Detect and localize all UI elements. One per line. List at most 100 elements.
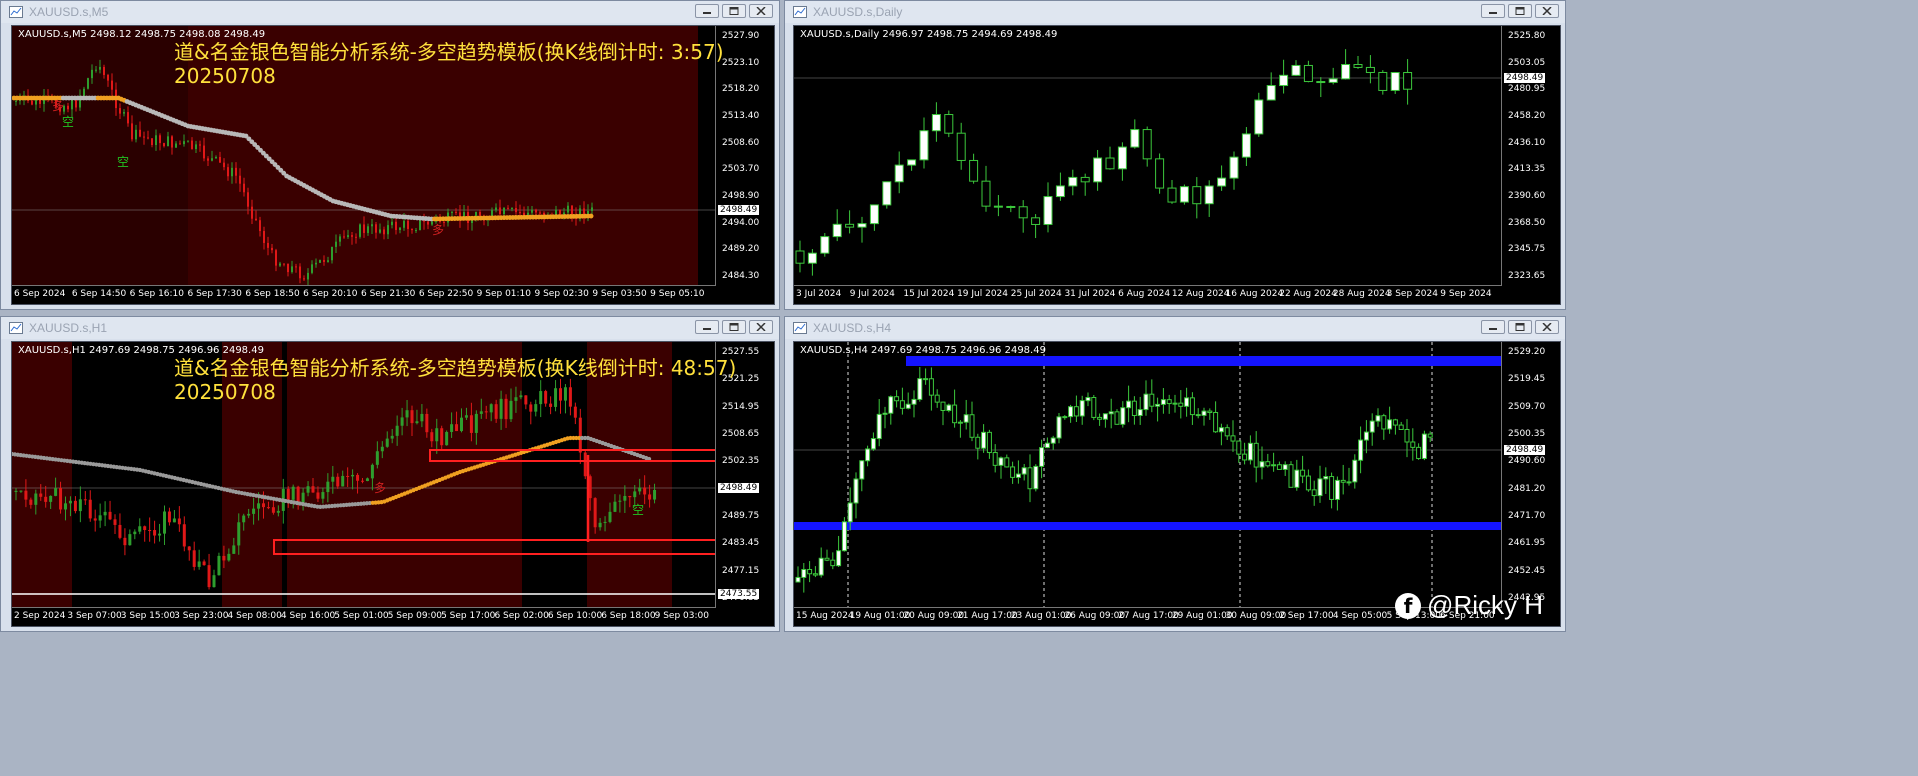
candle	[359, 223, 361, 239]
session-background	[287, 342, 437, 608]
minimize-icon	[703, 12, 711, 14]
time-tick-label: 3 Sep 23:00	[174, 611, 229, 621]
current-price-label: 2498.49	[718, 483, 760, 493]
time-tick-label: 25 Jul 2024	[1010, 289, 1062, 299]
minimize-icon	[1489, 328, 1497, 330]
minimize-icon	[703, 328, 711, 330]
signal-label: 空	[117, 155, 129, 169]
minimize-icon	[1489, 12, 1497, 14]
close-button[interactable]	[749, 4, 773, 18]
candle	[87, 77, 89, 90]
session-background	[587, 342, 672, 608]
time-tick-label: 3 Jul 2024	[796, 289, 842, 299]
price-tick-label: 2490.60	[1508, 456, 1546, 467]
price-tick-label: 2503.70	[722, 164, 760, 175]
maximize-button[interactable]	[1508, 320, 1532, 334]
candle	[583, 450, 587, 480]
minimize-button[interactable]	[1481, 4, 1505, 18]
time-tick-label: 5 Sep 17:00	[441, 611, 496, 621]
price-tick-label: 2519.45	[1508, 374, 1546, 385]
chart-icon	[793, 322, 807, 334]
price-tick-label: 2477.15	[722, 565, 760, 576]
price-axis: 2527.90 2523.10 2518.20 2513.40 2508.60 2503.…	[715, 26, 774, 304]
time-tick-label: 15 Aug 2024	[796, 611, 854, 621]
close-button[interactable]	[1535, 4, 1559, 18]
maximize-button[interactable]	[722, 4, 746, 18]
time-tick-label: 6 Sep 10:00	[547, 611, 603, 621]
time-tick-label: 3 Sep 2024	[1386, 289, 1438, 299]
titlebar[interactable]: XAUUSD.s,M5	[1, 1, 779, 23]
titlebar[interactable]: XAUUSD.s,Daily	[785, 1, 1565, 23]
chart-window-h1[interactable]: XAUUSD.s,H1 空多 XAUUSD.s,H1 2497.69 2498.…	[0, 316, 780, 632]
close-button[interactable]	[1535, 320, 1559, 334]
window-title: XAUUSD.s,M5	[29, 5, 109, 19]
price-tick-label: 2436.10	[1508, 137, 1546, 148]
price-chart[interactable]: 空空多多 XAUUSD.s,M5 2498.12 2498.75 2498.08…	[11, 25, 775, 305]
watermark: f @Ricky H	[1395, 590, 1543, 621]
price-tick-label: 2489.20	[722, 244, 760, 255]
current-price-label: 2498.49	[1504, 445, 1546, 455]
candle	[1390, 71, 1400, 94]
time-axis: 2 Sep 2024 3 Sep 07:00 3 Sep 15:00 3 Sep 23…	[12, 607, 716, 626]
candle	[445, 430, 449, 446]
time-tick-label: 3 Sep 07:00	[67, 611, 122, 621]
maximize-button[interactable]	[722, 320, 746, 334]
chart-icon	[9, 6, 23, 18]
time-tick-label: 28 Aug 2024	[1332, 289, 1391, 299]
titlebar[interactable]: XAUUSD.s,H4	[785, 317, 1565, 339]
watermark-text: @Ricky H	[1427, 590, 1543, 620]
time-axis: 3 Jul 2024 9 Jul 2024 15 Jul 2024 19 Jul 20…	[794, 285, 1502, 304]
price-tick-label: 2413.35	[1508, 164, 1546, 175]
close-button[interactable]	[749, 320, 773, 334]
maximize-icon	[1515, 323, 1525, 331]
time-tick-label: 5 Sep 09:00	[387, 611, 443, 621]
time-tick-label: 6 Sep 18:00	[601, 611, 656, 621]
facebook-icon: f	[1395, 592, 1422, 619]
price-tick-label: 2483.45	[722, 538, 760, 549]
minimize-button[interactable]	[1481, 320, 1505, 334]
time-tick-label: 9 Sep 2024	[1440, 289, 1492, 299]
price-tick-label: 2345.75	[1508, 244, 1546, 255]
price-axis: 2529.20 2519.45 2509.70 2500.35 2490.60 2481.…	[1501, 342, 1560, 626]
time-tick-label: 6 Aug 2024	[1118, 289, 1171, 299]
time-tick-label: 9 Sep 03:00	[654, 611, 709, 621]
price-chart[interactable]: 空多 XAUUSD.s,H1 2497.69 2498.75 2496.96 2…	[11, 341, 775, 627]
price-tick-label: 2529.20	[1508, 347, 1546, 357]
time-tick-label: 27 Aug 17:00	[1118, 611, 1179, 621]
close-icon	[756, 323, 766, 331]
price-tick-label: 2489.75	[722, 511, 760, 521]
minimize-button[interactable]	[695, 320, 719, 334]
price-tick-label: 2498.90	[722, 191, 760, 201]
time-tick-label: 19 Aug 01:00	[849, 611, 911, 621]
price-chart[interactable]: XAUUSD.s,H4 2497.69 2498.75 2496.96 2498…	[793, 341, 1561, 627]
minimize-button[interactable]	[695, 4, 719, 18]
candle	[946, 403, 952, 413]
time-tick-label: 6 Sep 2024	[14, 289, 66, 299]
time-axis: 6 Sep 2024 6 Sep 14:50 6 Sep 16:10 6 Sep 17…	[12, 285, 716, 304]
price-chart[interactable]: XAUUSD.s,Daily 2496.97 2498.75 2494.69 2…	[793, 25, 1561, 305]
maximize-button[interactable]	[1508, 4, 1532, 18]
time-tick-label: 4 Sep 05:00	[1332, 611, 1388, 621]
current-price-label: 2498.49	[1504, 73, 1546, 83]
maximize-icon	[729, 323, 739, 331]
time-tick-label: 19 Jul 2024	[957, 289, 1008, 299]
chart-canvas	[794, 342, 1502, 608]
titlebar[interactable]: XAUUSD.s,H1	[1, 317, 779, 339]
candle	[1179, 184, 1189, 205]
chart-window-h4[interactable]: XAUUSD.s,H4 XAUUSD.s,H4 2497.69 2498.75 …	[784, 316, 1566, 632]
signal-label: 多	[52, 99, 64, 113]
time-tick-label: 9 Jul 2024	[849, 289, 895, 299]
window-title: XAUUSD.s,H4	[813, 321, 892, 335]
time-tick-label: 23 Aug 01:00	[1010, 611, 1072, 621]
candle	[1114, 409, 1120, 425]
time-tick-label: 31 Jul 2024	[1064, 289, 1116, 299]
chart-window-m5[interactable]: XAUUSD.s,M5 空空多多 XAUUSD.s,M5 2498.12 249…	[0, 0, 780, 310]
close-icon	[1542, 7, 1552, 15]
time-tick-label: 30 Aug 09:00	[1225, 611, 1287, 621]
time-tick-label: 26 Aug 09:00	[1064, 611, 1126, 621]
price-tick-label: 2480.95	[1508, 84, 1546, 95]
session-background	[12, 342, 72, 608]
chart-window-daily[interactable]: XAUUSD.s,Daily XAUUSD.s,Daily 2496.97 24…	[784, 0, 1566, 310]
maximize-icon	[1515, 7, 1525, 15]
symbol-header: XAUUSD.s,Daily 2496.97 2498.75 2494.69 2…	[800, 29, 1058, 40]
